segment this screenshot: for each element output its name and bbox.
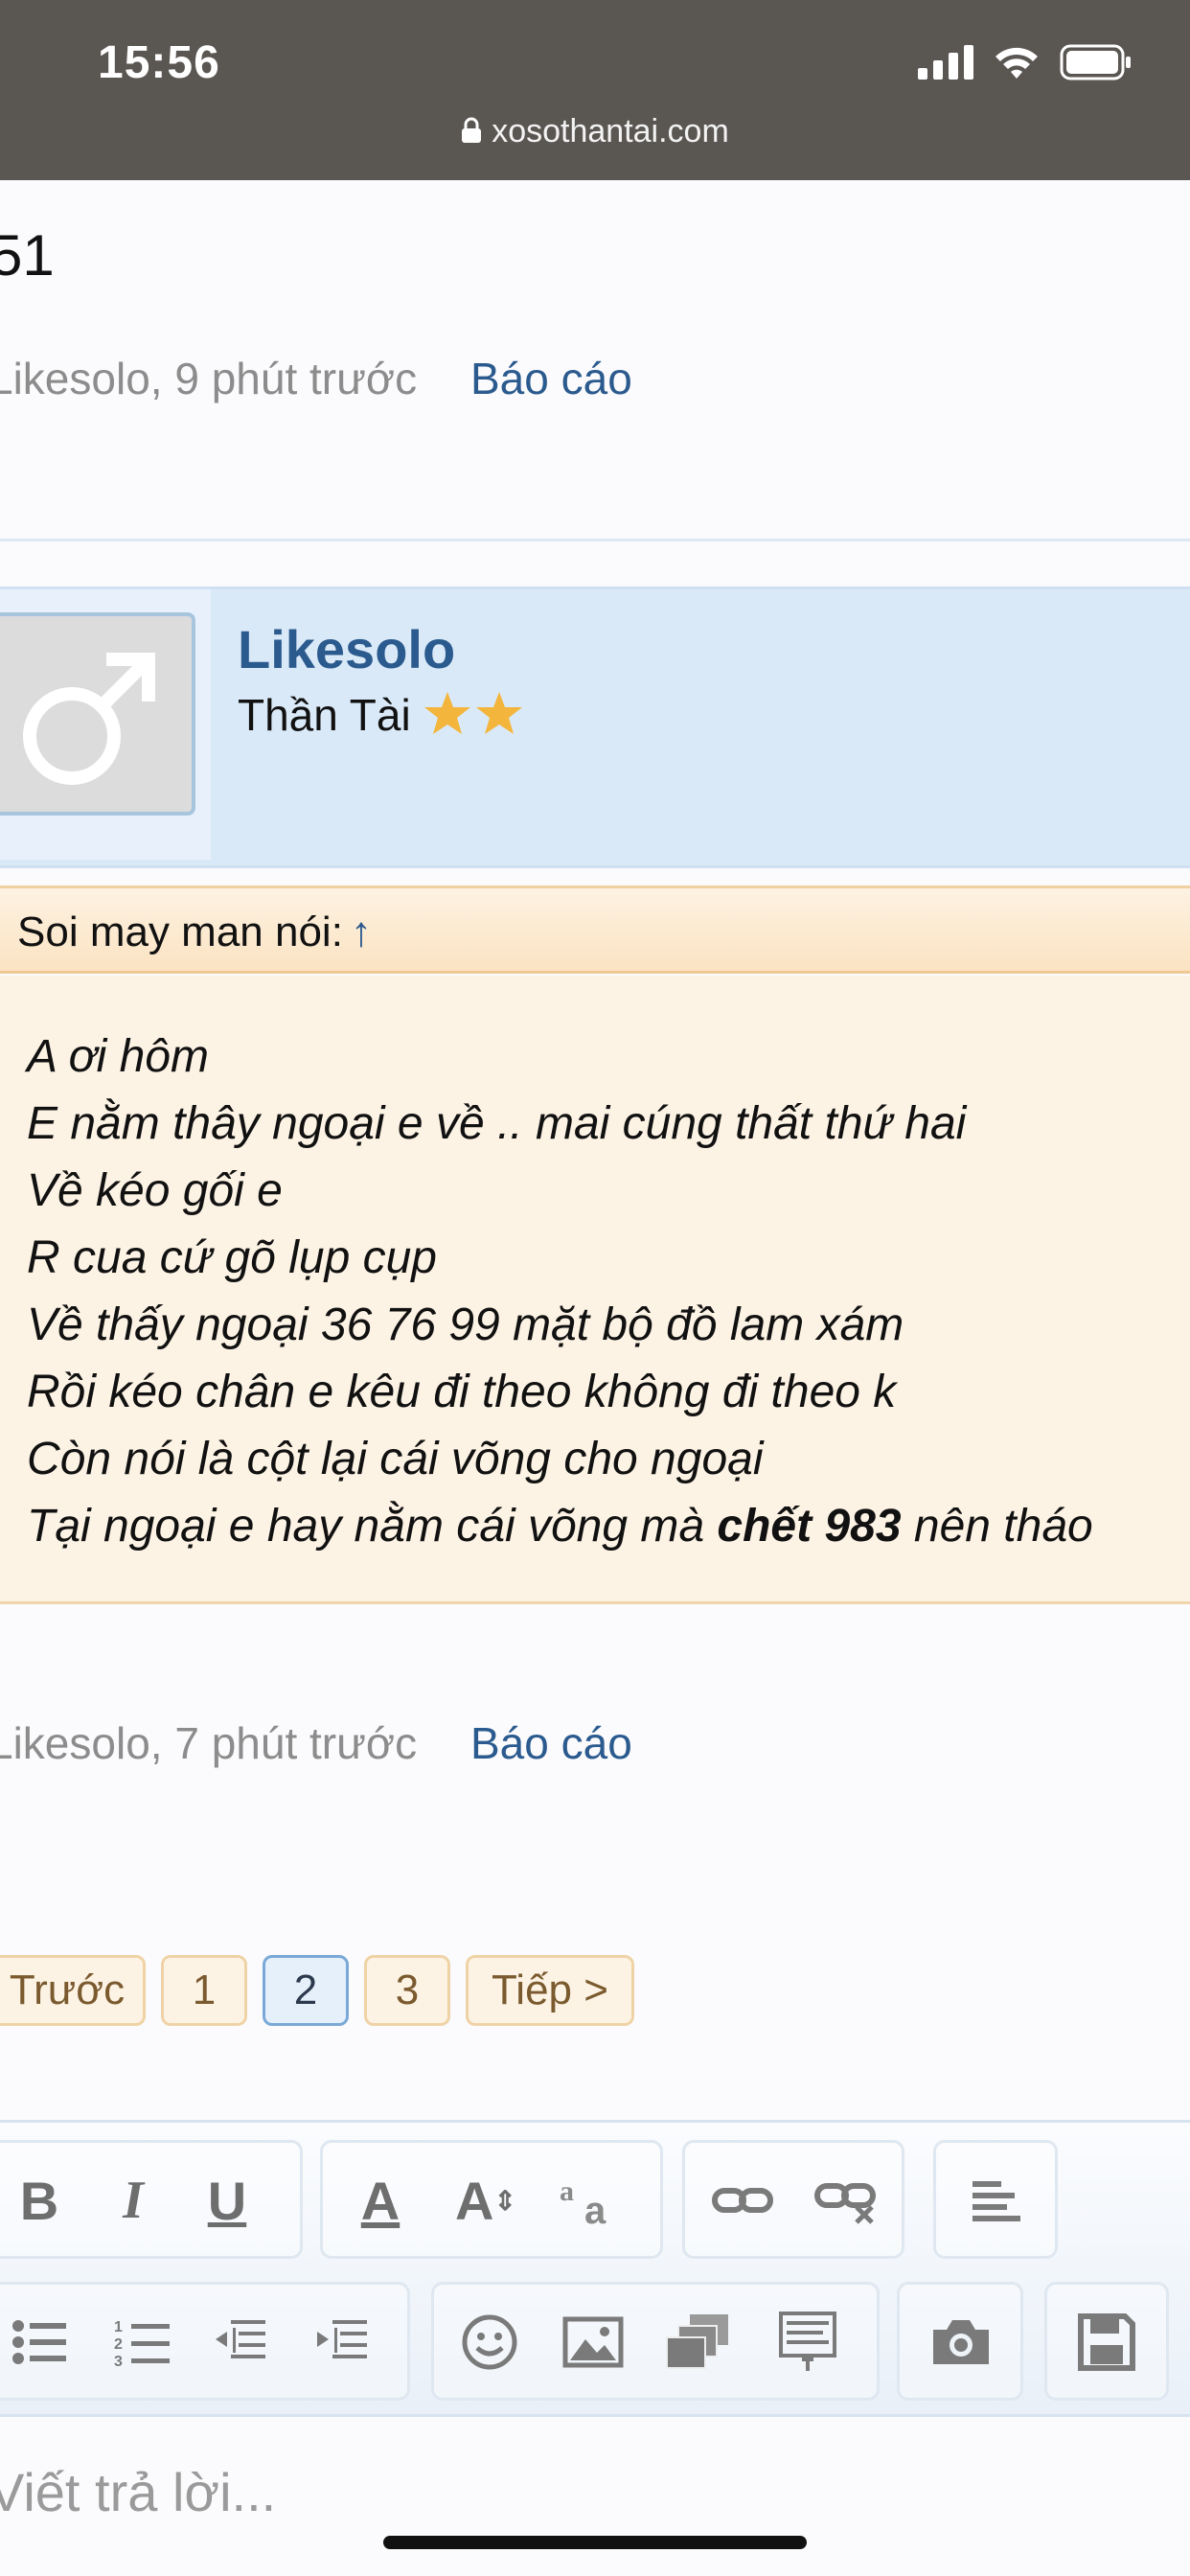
url-text: xosothantai.com [492,113,729,150]
insert-group [431,2282,880,2401]
user-card: Likesolo Thần Tài [0,586,1190,868]
font-size-arrows-icon: ⇕ [493,2185,516,2216]
outdent-icon [216,2320,265,2358]
text-style-group: B I U [0,2140,303,2259]
link-button[interactable] [695,2152,790,2248]
unlink-button[interactable] [800,2152,896,2248]
link-icon [712,2188,773,2213]
quote-line-end: nên tháo [901,1501,1093,1552]
svg-text:a: a [584,2190,606,2229]
font-family-icon: a a [560,2175,606,2229]
prev-post-report-link[interactable]: Báo cáo [470,353,632,404]
bold-button[interactable]: B [0,2152,87,2248]
quote-body: A ơi hôm E nằm thây ngoại e về .. mai cú… [0,976,1190,1604]
outdent-button[interactable] [193,2294,288,2390]
save-icon [1078,2313,1135,2371]
link-group [682,2140,904,2259]
quote-line: E nằm thây ngoại e về .. mai cúng thất t… [27,1098,967,1149]
quote-line: Về kéo gối e [27,1165,283,1216]
align-button[interactable] [950,2152,1045,2248]
post-author-time[interactable]: Likesolo, 7 phút trước [0,1718,417,1768]
quote-text: A ơi hôm E nằm thây ngoại e về .. mai cú… [27,1024,1093,1560]
font-color-button[interactable]: A [332,2152,428,2248]
prev-page-button[interactable]: Trước [0,1955,146,2026]
prev-post-author-time[interactable]: Likesolo, 9 phút trước [0,354,417,403]
quote-line: A ơi hôm [27,1031,209,1082]
camera-group [897,2282,1023,2401]
svg-text:3: 3 [114,2354,123,2368]
align-group [933,2140,1058,2259]
save-draft-button[interactable] [1059,2294,1155,2390]
quote-line: Tại ngoại e hay nằm cái võng mà chết 983… [27,1493,1093,1560]
prev-post-text: 51 [0,223,55,288]
post-report-link[interactable]: Báo cáo [470,1717,632,1769]
cellular-signal-icon [918,45,973,80]
camera-button[interactable] [913,2294,1009,2390]
editor-toolbar: B I U A A ⇕ a a 1 2 3 [0,2120,1190,2417]
page-3-button[interactable]: 3 [364,1955,450,2026]
svg-text:2: 2 [114,2336,123,2353]
smiley-icon [462,2314,517,2370]
reply-input[interactable]: Viết trả lời... [0,2461,276,2523]
font-family-button[interactable]: a a [543,2152,639,2248]
clock: 15:56 [98,37,220,88]
align-left-icon [973,2181,1020,2221]
indent-icon [317,2320,367,2358]
quote-line: Rồi kéo chân e kêu đi theo không đi theo… [27,1367,897,1417]
list-group: 1 2 3 [0,2282,410,2401]
quote-line: R cua cứ gõ lụp cụp [27,1232,437,1283]
post-divider [0,539,1190,541]
quote-line: Còn nói là cột lại cái võng cho ngoại [27,1434,764,1484]
numbered-list-icon: 1 2 3 [114,2319,170,2368]
quote-line-start: Tại ngoại e hay nằm cái võng mà [27,1501,718,1552]
bullet-list-button[interactable] [0,2294,87,2390]
camera-icon [933,2320,989,2364]
home-indicator[interactable] [383,2536,807,2549]
status-bar: 15:56 xosothantai.com [0,0,1190,180]
male-symbol-icon [23,653,155,785]
italic-button[interactable]: I [85,2152,181,2248]
indent-button[interactable] [294,2294,390,2390]
quote-author: Soi may man nói: [17,908,343,955]
media-gallery-icon [666,2314,728,2369]
numbered-list-button[interactable]: 1 2 3 [95,2294,191,2390]
image-button[interactable] [545,2294,641,2390]
unlink-icon [814,2183,876,2224]
lock-icon [462,117,482,143]
font-group: A A ⇕ a a [320,2140,663,2259]
page-1-button[interactable]: 1 [161,1955,247,2026]
page-2-button[interactable]: 2 [263,1955,349,2026]
save-group [1044,2282,1169,2401]
bullet-list-icon [12,2320,66,2364]
pagination: Trước 1 2 3 Tiếp > [0,1955,634,2026]
avatar[interactable] [0,612,195,816]
image-icon [562,2316,624,2368]
prev-post-meta: Likesolo, 9 phút trước [0,353,417,404]
address-bar[interactable]: xosothantai.com [0,113,1190,150]
post-meta: Likesolo, 7 phút trước [0,1717,417,1769]
media-button[interactable] [651,2294,746,2390]
quote-bold-number: chết 983 [717,1501,902,1552]
rating-stars-icon [424,692,523,734]
battery-icon [1060,44,1131,80]
quote-header: Soi may man nói: ↑ [0,886,1190,974]
underline-button[interactable]: U [179,2152,275,2248]
svg-text:a: a [560,2175,574,2207]
quote-line: Về thấy ngoại 36 76 99 mặt bộ đồ lam xám [27,1300,904,1350]
code-block-icon [779,2312,836,2371]
svg-text:1: 1 [114,2319,123,2335]
quote-jump-arrow-icon[interactable]: ↑ [351,908,372,955]
wifi-icon [995,47,1038,79]
user-title: Thần Tài [238,689,526,741]
avatar-frame [0,589,211,860]
username[interactable]: Likesolo [238,618,455,680]
user-title-text: Thần Tài [238,690,411,740]
font-size-label: A [455,2170,494,2231]
status-icons [918,44,1133,80]
font-size-button[interactable]: A ⇕ [438,2152,534,2248]
next-page-button[interactable]: Tiếp > [466,1955,634,2026]
smiley-button[interactable] [442,2294,538,2390]
code-block-button[interactable] [760,2294,856,2390]
